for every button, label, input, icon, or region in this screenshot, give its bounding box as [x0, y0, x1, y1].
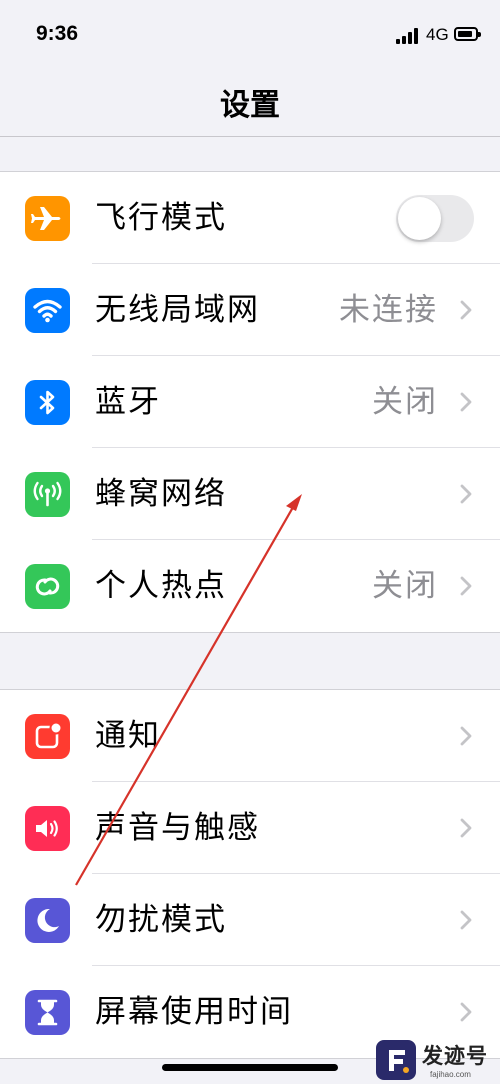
watermark-f-icon [376, 1040, 416, 1080]
setting-label: 声音与触感 [95, 810, 260, 846]
setting-label: 通知 [95, 718, 161, 754]
bluetooth-icon [25, 380, 70, 425]
notification-icon [25, 714, 70, 759]
setting-row-cellular[interactable]: 蜂窝网络 [0, 448, 500, 540]
chevron-right-icon [460, 1002, 472, 1022]
setting-label: 蓝牙 [95, 384, 161, 420]
status-time: 9:36 [36, 22, 79, 45]
watermark-logo: 发迹号 fajihao.com [372, 1038, 500, 1084]
airplane-icon [25, 196, 70, 241]
setting-row-sounds-haptics[interactable]: 声音与触感 [0, 782, 500, 874]
setting-value: 关闭 [372, 568, 438, 604]
hourglass-icon [25, 990, 70, 1035]
cellular-signal-icon [396, 28, 420, 44]
hotspot-link-icon [25, 564, 70, 609]
chevron-right-icon [460, 392, 472, 412]
wifi-icon [25, 288, 70, 333]
settings-group-connectivity: 飞行模式 无线局域网 未连接 蓝牙 关闭 蜂窝网络 个人热点 关闭 [0, 171, 500, 633]
chevron-right-icon [460, 726, 472, 746]
moon-icon [25, 898, 70, 943]
airplane-mode-toggle[interactable] [396, 195, 474, 242]
setting-label: 飞行模式 [95, 200, 227, 236]
setting-label: 蜂窝网络 [95, 476, 227, 512]
setting-row-bluetooth[interactable]: 蓝牙 关闭 [0, 356, 500, 448]
setting-row-wifi[interactable]: 无线局域网 未连接 [0, 264, 500, 356]
toggle-knob [398, 197, 441, 240]
chevron-right-icon [460, 300, 472, 320]
watermark-domain: fajihao.com [430, 1070, 471, 1079]
setting-label: 屏幕使用时间 [95, 994, 293, 1030]
speaker-icon [25, 806, 70, 851]
chevron-right-icon [460, 910, 472, 930]
setting-value: 未连接 [339, 292, 438, 328]
page-title: 设置 [220, 88, 280, 123]
setting-row-airplane-mode[interactable]: 飞行模式 [0, 172, 500, 264]
network-type: 4G [426, 25, 449, 44]
battery-icon [454, 27, 481, 41]
setting-row-do-not-disturb[interactable]: 勿扰模式 [0, 874, 500, 966]
watermark-name: 发迹号 [422, 1044, 488, 1068]
chevron-right-icon [460, 484, 472, 504]
navigation-bar: 设置 [0, 70, 500, 137]
setting-value: 关闭 [372, 384, 438, 420]
setting-row-personal-hotspot[interactable]: 个人热点 关闭 [0, 540, 500, 632]
chevron-right-icon [460, 818, 472, 838]
cellular-antenna-icon [25, 472, 70, 517]
settings-group-notifications: 通知 声音与触感 勿扰模式 屏幕使用时间 [0, 689, 500, 1059]
home-indicator[interactable] [162, 1064, 338, 1071]
setting-row-notifications[interactable]: 通知 [0, 690, 500, 782]
setting-label: 勿扰模式 [95, 902, 227, 938]
setting-label: 无线局域网 [95, 292, 260, 328]
chevron-right-icon [460, 576, 472, 596]
status-bar: 9:36 4G [0, 0, 500, 70]
setting-label: 个人热点 [95, 568, 227, 604]
